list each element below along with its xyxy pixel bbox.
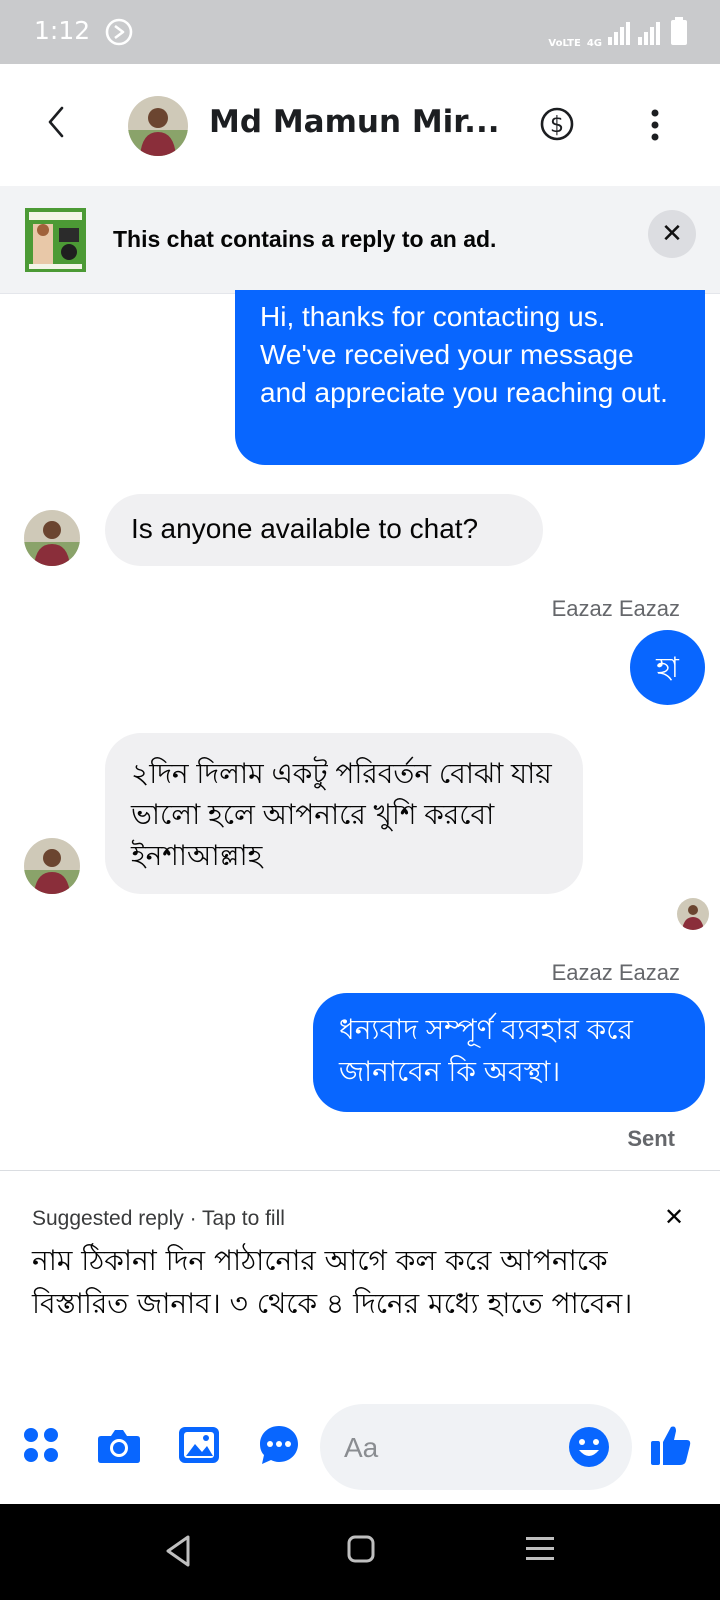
chat-bubble-icon[interactable] [256, 1422, 302, 1468]
ad-thumbnail [25, 208, 86, 272]
message-status: Sent [627, 1126, 675, 1151]
sender-name: Eazaz Eazaz [551, 596, 680, 621]
ad-banner-text: This chat contains a reply to an ad. [113, 226, 497, 252]
battery-icon [670, 17, 688, 49]
status-time: 1:12 [34, 16, 91, 45]
nav-menu-icon[interactable] [524, 1534, 556, 1568]
ad-banner-close-button[interactable]: ✕ [648, 210, 696, 258]
chat-header: Md Mamun Mir... $ [0, 64, 720, 186]
camera-icon[interactable] [96, 1422, 142, 1468]
apps-grid-icon[interactable] [18, 1422, 64, 1468]
contact-name[interactable]: Md Mamun Mir... [209, 104, 500, 140]
svg-text:$: $ [550, 113, 564, 138]
message-input[interactable] [344, 1428, 544, 1468]
suggested-reply-panel[interactable]: Suggested reply · Tap to fill ✕ নাম ঠিকা… [0, 1170, 720, 1390]
message-input-container[interactable] [320, 1404, 632, 1490]
suggested-reply-close-button[interactable]: ✕ [664, 1203, 684, 1231]
nav-home-icon[interactable] [346, 1534, 376, 1568]
back-chevron-icon[interactable] [44, 104, 68, 144]
message-composer [0, 1392, 720, 1504]
volte-indicator: VoLTE [548, 38, 581, 49]
emoji-icon[interactable] [566, 1424, 612, 1474]
dollar-circle-icon[interactable]: $ [539, 106, 575, 146]
ad-reply-banner[interactable]: This chat contains a reply to an ad. ✕ [0, 186, 720, 294]
more-vertical-icon[interactable] [650, 108, 660, 146]
contact-avatar-small[interactable] [24, 510, 80, 566]
contact-avatar-small[interactable] [24, 838, 80, 894]
nav-back-icon[interactable] [164, 1534, 194, 1572]
status-bar: 1:12 VoLTE 4G [0, 0, 720, 64]
incoming-message[interactable]: Is anyone available to chat? [105, 494, 543, 566]
suggested-reply-text[interactable]: নাম ঠিকানা দিন পাঠানোর আগে কল করে আপনাকে… [32, 1239, 682, 1325]
signal-icon [608, 21, 664, 49]
incoming-message[interactable]: ২দিন দিলাম একটু পরিবর্তন বোঝা যায় ভালো … [105, 733, 583, 894]
status-icons: VoLTE 4G [548, 17, 688, 49]
sync-icon [104, 17, 134, 51]
contact-avatar[interactable] [128, 96, 188, 156]
system-navigation-bar [0, 1504, 720, 1600]
gallery-icon[interactable] [176, 1422, 222, 1468]
seen-receipt-avatar [677, 898, 709, 930]
outgoing-message[interactable]: Hi, thanks for contacting us. We've rece… [235, 290, 705, 465]
suggested-reply-header: Suggested reply · Tap to fill [32, 1207, 285, 1230]
thumbs-up-icon[interactable] [648, 1422, 694, 1468]
network-type-indicator: 4G [586, 38, 602, 49]
outgoing-message[interactable]: হা [630, 630, 705, 705]
outgoing-message[interactable]: ধন্যবাদ সম্পূর্ণ ব্যবহার করে জানাবেন কি … [313, 993, 705, 1112]
sender-name: Eazaz Eazaz [551, 960, 680, 985]
